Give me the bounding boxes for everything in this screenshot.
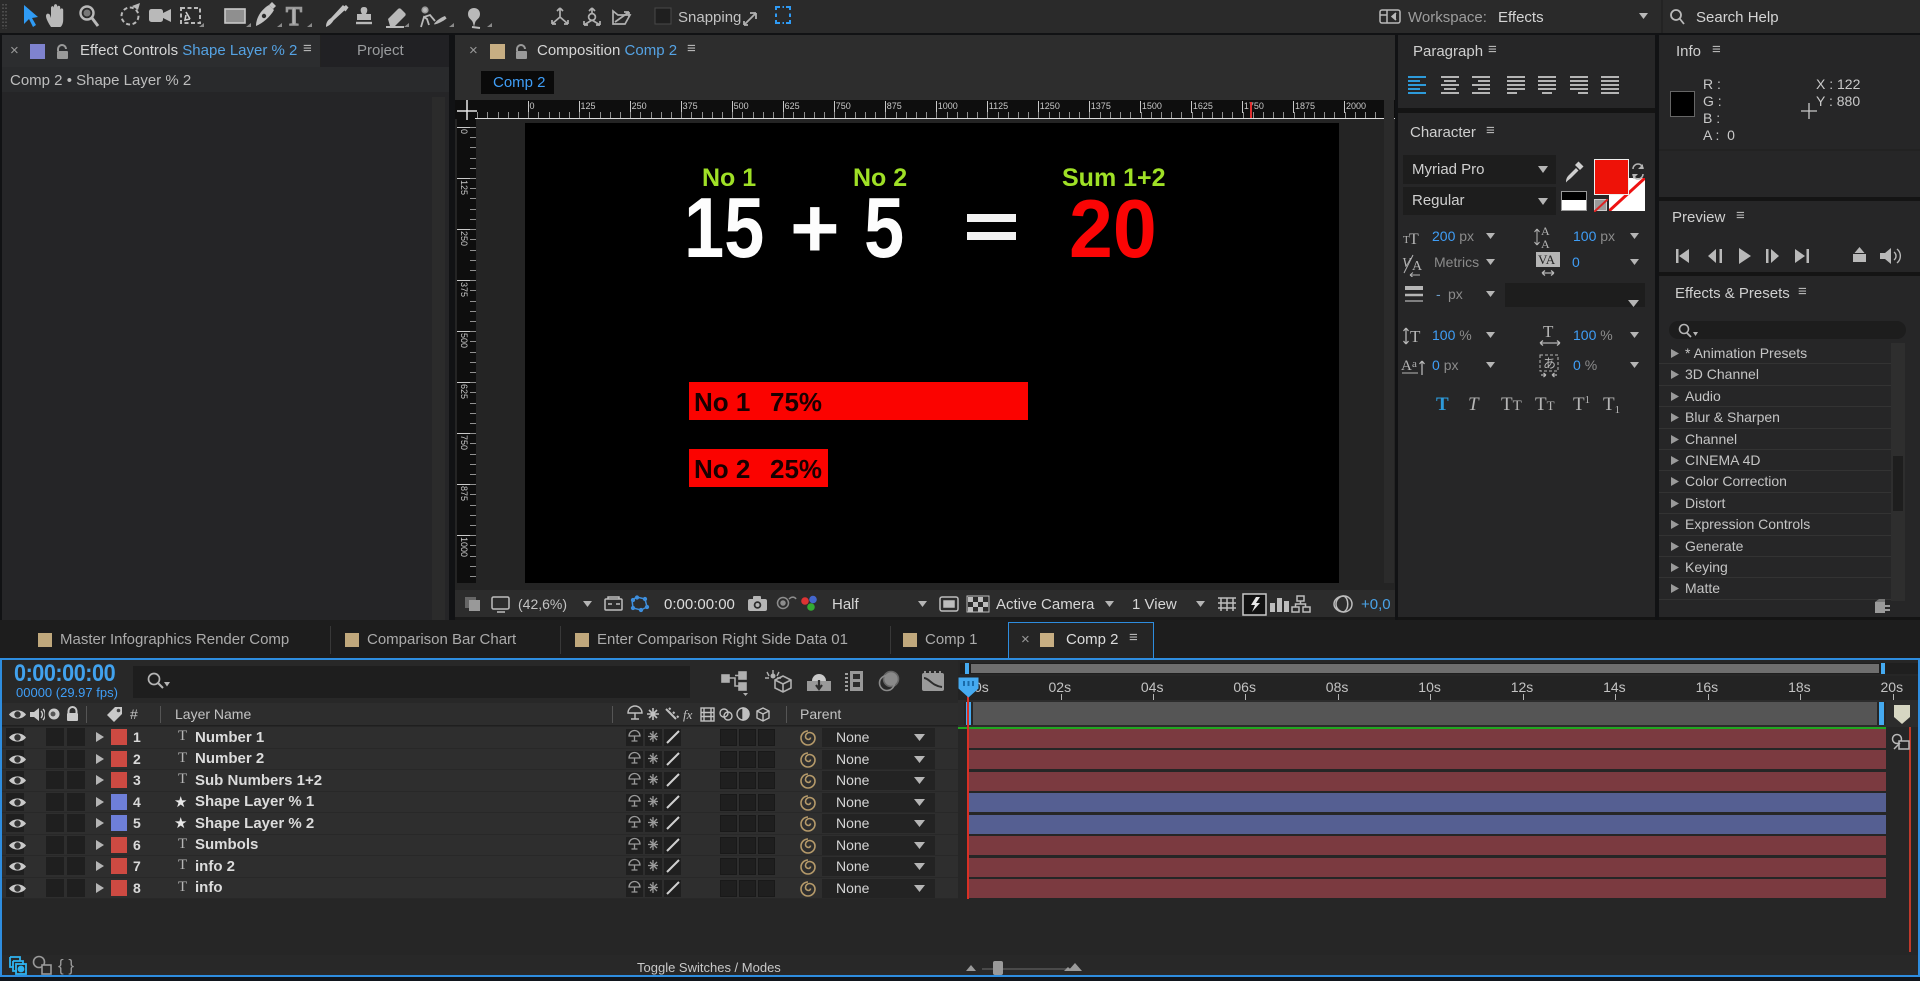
svg-text:Workspace:: Workspace:: [1408, 9, 1487, 26]
svg-text:Active Camera: Active Camera: [996, 596, 1095, 613]
svg-text:Half: Half: [832, 596, 860, 613]
svg-text:T: T: [286, 2, 302, 31]
svg-text:A: A: [1541, 237, 1550, 251]
svg-text:T: T: [1543, 323, 1554, 341]
svg-text:T: T: [1409, 231, 1419, 247]
svg-text:VA: VA: [1538, 252, 1556, 267]
svg-text:Effects: Effects: [1498, 9, 1544, 26]
svg-text:0:00:00:00: 0:00:00:00: [664, 596, 735, 613]
svg-text:{ }: { }: [58, 956, 74, 975]
svg-text:T: T: [1410, 327, 1421, 346]
svg-text:Snapping: Snapping: [678, 9, 741, 26]
svg-text:A: A: [1541, 224, 1550, 238]
svg-text:Search Help: Search Help: [1696, 9, 1779, 26]
svg-text:(42,6%): (42,6%): [518, 596, 567, 612]
svg-text:1 View: 1 View: [1132, 596, 1177, 613]
svg-text:fx: fx: [683, 707, 693, 722]
svg-text:V: V: [1402, 256, 1412, 271]
svg-text:A: A: [1401, 358, 1412, 374]
svg-text:+0,0: +0,0: [1361, 596, 1391, 613]
svg-text:a: a: [1412, 358, 1417, 370]
svg-text:A: A: [1412, 259, 1423, 274]
svg-text:あ: あ: [1543, 356, 1556, 371]
